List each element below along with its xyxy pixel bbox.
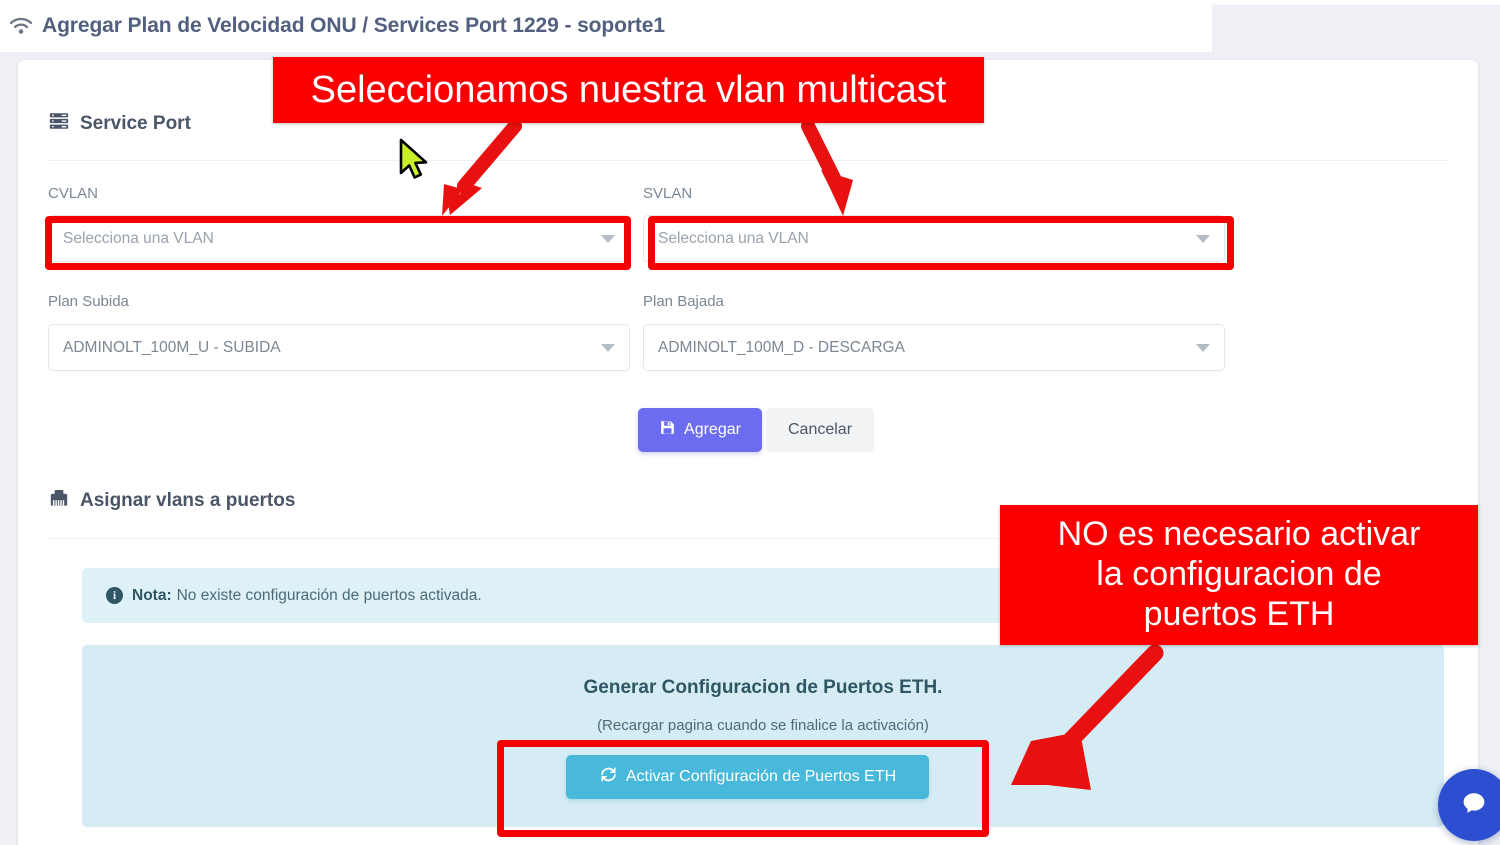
agregar-button[interactable]: Agregar [638, 408, 762, 452]
chevron-down-icon [1196, 234, 1210, 243]
server-rack-icon [48, 110, 70, 137]
chat-widget-button[interactable] [1438, 769, 1500, 841]
eth-config-panel: Generar Configuracion de Puertos ETH. (R… [82, 645, 1444, 827]
service-port-divider [48, 160, 1448, 161]
save-icon [659, 419, 676, 441]
eth-panel-subtitle: (Recargar pagina cuando se finalice la a… [597, 717, 929, 734]
chat-bubble-icon [1459, 788, 1489, 823]
main-card: Service Port CVLAN Selecciona una VLAN S… [18, 60, 1478, 845]
ethernet-port-icon [48, 488, 70, 513]
plan-bajada-select[interactable]: ADMINOLT_100M_D - DESCARGA [643, 324, 1225, 371]
annotation-vlan-multicast: Seleccionamos nuestra vlan multicast [273, 57, 984, 123]
page-right-strip [1212, 0, 1500, 4]
service-port-title: Service Port [80, 112, 191, 134]
chevron-down-icon [601, 343, 615, 352]
cancelar-button[interactable]: Cancelar [766, 408, 874, 452]
cvlan-label: CVLAN [48, 185, 99, 202]
annotation-no-activar-line3: puertos ETH [1143, 594, 1335, 633]
screenshot-root: Agregar Plan de Velocidad ONU / Services… [0, 0, 1500, 845]
cvlan-select[interactable]: Selecciona una VLAN [48, 215, 630, 262]
plan-bajada-label: Plan Bajada [643, 293, 724, 310]
activar-config-eth-label: Activar Configuración de Puertos ETH [625, 768, 897, 785]
annotation-no-activar-line1: NO es necesario activar [1057, 515, 1421, 554]
page-header: Agregar Plan de Velocidad ONU / Services… [0, 0, 1212, 52]
service-port-heading: Service Port [48, 110, 191, 137]
agregar-button-label: Agregar [684, 421, 741, 438]
nota-alert-text: No existe configuración de puertos activ… [176, 586, 482, 604]
chevron-down-icon [1196, 343, 1210, 352]
chevron-down-icon [601, 234, 615, 243]
plan-subida-label: Plan Subida [48, 293, 129, 310]
activar-config-eth-button[interactable]: Activar Configuración de Puertos ETH [566, 755, 929, 799]
annotation-no-activar-line2: la configuracion de [1096, 555, 1382, 594]
plan-bajada-value: ADMINOLT_100M_D - DESCARGA [658, 338, 905, 356]
eth-panel-title: Generar Configuracion de Puertos ETH. [583, 677, 943, 698]
nota-alert-strong: Nota: [132, 586, 172, 604]
svlan-label: SVLAN [643, 185, 693, 202]
info-icon: i [106, 587, 123, 604]
annotation-no-activar: NO es necesario activar la configuracion… [1000, 505, 1478, 645]
svlan-select[interactable]: Selecciona una VLAN [643, 215, 1225, 262]
svlan-select-value: Selecciona una VLAN [658, 229, 809, 247]
plan-subida-select[interactable]: ADMINOLT_100M_U - SUBIDA [48, 324, 630, 371]
refresh-icon [599, 765, 618, 789]
annotation-vlan-multicast-text: Seleccionamos nuestra vlan multicast [310, 68, 947, 111]
wifi-icon [8, 13, 34, 39]
page-title: Agregar Plan de Velocidad ONU / Services… [42, 14, 665, 37]
assign-vlans-title: Asignar vlans a puertos [80, 489, 296, 511]
mouse-cursor [399, 138, 428, 179]
cancelar-button-label: Cancelar [787, 421, 853, 438]
assign-vlans-heading: Asignar vlans a puertos [48, 488, 295, 513]
cvlan-select-value: Selecciona una VLAN [63, 229, 214, 247]
plan-subida-value: ADMINOLT_100M_U - SUBIDA [63, 338, 281, 356]
